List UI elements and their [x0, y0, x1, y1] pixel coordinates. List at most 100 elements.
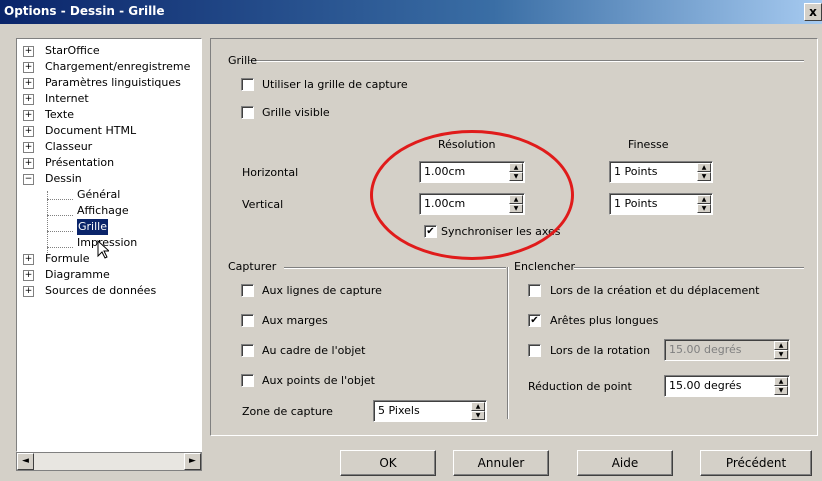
tree-item-label: Paramètres linguistiques	[45, 76, 181, 89]
spin-up-button[interactable]: ▲	[774, 341, 788, 350]
tree-item-label: Classeur	[45, 140, 93, 153]
horizontal-label: Horizontal	[242, 166, 299, 179]
vertical-label: Vertical	[242, 198, 284, 211]
expand-icon[interactable]: +	[23, 126, 34, 137]
enclencher-group-line	[574, 267, 804, 269]
resolution-header: Résolution	[438, 138, 496, 151]
mouse-cursor-icon	[97, 240, 109, 259]
finesse-header: Finesse	[628, 138, 669, 151]
spin-down-button[interactable]: ▼	[509, 204, 523, 213]
zone-capture-label: Zone de capture	[242, 405, 333, 418]
enclencher-group-title: Enclencher	[514, 260, 576, 273]
expand-icon[interactable]: +	[23, 94, 34, 105]
use-snap-grid-checkbox[interactable]	[241, 78, 254, 91]
on-create-checkbox[interactable]	[528, 284, 541, 297]
spin-up-button[interactable]: ▲	[697, 163, 711, 172]
spin-up-button[interactable]: ▲	[471, 402, 485, 411]
tree-item-label: Document HTML	[45, 124, 137, 137]
visible-grid-label: Grille visible	[262, 106, 330, 119]
tree-item-label: Sources de données	[45, 284, 157, 297]
margins-checkbox[interactable]	[241, 314, 254, 327]
tree-item-label: Affichage	[77, 204, 129, 217]
expand-icon[interactable]: +	[23, 158, 34, 169]
tree-connector	[47, 199, 73, 200]
spin-down-button[interactable]: ▼	[697, 204, 711, 213]
capturer-group-title: Capturer	[228, 260, 277, 273]
spin-down-button[interactable]: ▼	[774, 386, 788, 395]
ok-button[interactable]: OK	[340, 450, 436, 476]
spin-up-button[interactable]: ▲	[697, 195, 711, 204]
back-button[interactable]: Précédent	[700, 450, 812, 476]
spin-down-button[interactable]: ▼	[774, 350, 788, 359]
on-create-label: Lors de la création et du déplacement	[550, 284, 760, 297]
spin-down-button[interactable]: ▼	[697, 172, 711, 181]
object-points-label: Aux points de l'objet	[262, 374, 375, 387]
spin-down-button[interactable]: ▼	[509, 172, 523, 181]
window-title: Options - Dessin - Grille	[4, 4, 165, 18]
object-points-checkbox[interactable]	[241, 374, 254, 387]
horizontal-resolution-value: 1.00cm	[424, 165, 466, 178]
tree-connector	[47, 215, 73, 216]
grille-group-line	[248, 60, 804, 62]
tree-connector	[47, 191, 48, 253]
rotation-spinbox[interactable]: 15.00 degrés ▲ ▼	[664, 339, 790, 361]
collapse-icon[interactable]: −	[23, 174, 34, 185]
expand-icon[interactable]: +	[23, 142, 34, 153]
tree-item-label: Formule	[45, 252, 90, 265]
tree-item-label: Grille	[77, 219, 108, 235]
spin-up-button[interactable]: ▲	[509, 195, 523, 204]
longer-edges-label: Arêtes plus longues	[550, 314, 659, 327]
point-reduction-spinbox[interactable]: 15.00 degrés ▲ ▼	[664, 375, 790, 397]
spin-up-button[interactable]: ▲	[774, 377, 788, 386]
snap-lines-checkbox[interactable]	[241, 284, 254, 297]
cancel-button[interactable]: Annuler	[453, 450, 549, 476]
expand-icon[interactable]: +	[23, 78, 34, 89]
scroll-left-button[interactable]: ◄	[17, 453, 34, 470]
expand-icon[interactable]: +	[23, 62, 34, 73]
tree-horizontal-scrollbar[interactable]: ◄ ►	[16, 452, 202, 471]
spin-up-button[interactable]: ▲	[509, 163, 523, 172]
expand-icon[interactable]: +	[23, 46, 34, 57]
expand-icon[interactable]: +	[23, 254, 34, 265]
longer-edges-checkbox[interactable]: ✔	[528, 314, 541, 327]
expand-icon[interactable]: +	[23, 286, 34, 297]
point-reduction-value: 15.00 degrés	[669, 379, 742, 392]
horizontal-finesse-value: 1 Points	[614, 165, 658, 178]
visible-grid-checkbox[interactable]	[241, 106, 254, 119]
point-reduction-label: Réduction de point	[528, 380, 632, 393]
horizontal-finesse-spinbox[interactable]: 1 Points ▲ ▼	[609, 161, 713, 183]
tree-connector	[47, 231, 73, 232]
title-bar: Options - Dessin - Grille x	[0, 0, 822, 24]
margins-label: Aux marges	[262, 314, 328, 327]
zone-capture-value: 5 Pixels	[378, 404, 420, 417]
capturer-group-line	[284, 267, 506, 269]
tree-item-label: Dessin	[45, 172, 82, 185]
tree-item-label: Général	[77, 188, 121, 201]
tree-connector	[47, 247, 73, 248]
close-button[interactable]: x	[804, 3, 822, 21]
grille-group-title: Grille	[228, 54, 257, 67]
expand-icon[interactable]: +	[23, 270, 34, 281]
sync-axes-checkbox[interactable]: ✔	[424, 225, 437, 238]
tree-item-label: Chargement/enregistreme	[45, 60, 191, 73]
vertical-resolution-value: 1.00cm	[424, 197, 466, 210]
tree-item-label: Texte	[45, 108, 75, 121]
use-snap-grid-label: Utiliser la grille de capture	[262, 78, 408, 91]
sync-axes-label: Synchroniser les axes	[441, 225, 561, 238]
tree-item-label: Internet	[45, 92, 89, 105]
group-separator	[507, 267, 509, 419]
on-rotation-checkbox[interactable]	[528, 344, 541, 357]
object-frame-checkbox[interactable]	[241, 344, 254, 357]
snap-lines-label: Aux lignes de capture	[262, 284, 382, 297]
spin-down-button[interactable]: ▼	[471, 411, 485, 420]
horizontal-resolution-spinbox[interactable]: 1.00cm ▲ ▼	[419, 161, 525, 183]
vertical-finesse-spinbox[interactable]: 1 Points ▲ ▼	[609, 193, 713, 215]
options-tree[interactable]: + StarOffice + Chargement/enregistreme + Para…	[16, 38, 202, 452]
tree-item-label: StarOffice	[45, 44, 100, 57]
vertical-resolution-spinbox[interactable]: 1.00cm ▲ ▼	[419, 193, 525, 215]
expand-icon[interactable]: +	[23, 110, 34, 121]
zone-capture-spinbox[interactable]: 5 Pixels ▲ ▼	[373, 400, 487, 422]
scroll-right-button[interactable]: ►	[184, 453, 201, 470]
rotation-value: 15.00 degrés	[669, 343, 742, 356]
help-button[interactable]: Aide	[577, 450, 673, 476]
